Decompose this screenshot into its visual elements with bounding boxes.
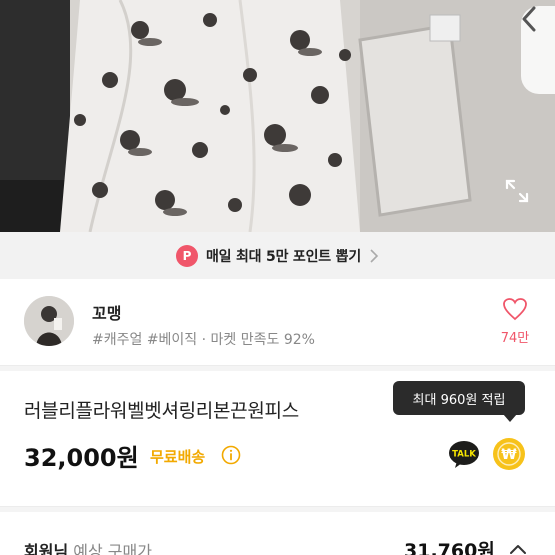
seller-avatar[interactable] bbox=[24, 296, 74, 346]
won-symbol: ₩ bbox=[501, 447, 517, 463]
section-divider bbox=[0, 506, 555, 512]
talk-label: TALK bbox=[452, 450, 476, 460]
avatar-photo bbox=[24, 296, 74, 346]
points-tooltip: 최대 960원 적립 bbox=[393, 381, 525, 415]
info-icon bbox=[221, 445, 241, 465]
chevron-right-icon bbox=[370, 248, 379, 263]
pay-button[interactable]: ₩ bbox=[493, 438, 525, 470]
member-label-rest: 예상 구매가 bbox=[68, 542, 152, 555]
member-price-label: 회원님 예상 구매가 bbox=[24, 538, 152, 555]
promo-text: 매일 최대 5만 포인트 뽑기 bbox=[205, 248, 362, 265]
kakao-talk-button[interactable]: TALK bbox=[448, 440, 480, 470]
heart-icon bbox=[503, 298, 527, 321]
product-title: 러블리플라워벨벳셔링리본끈원피스 bbox=[24, 400, 299, 422]
tooltip-arrow bbox=[503, 414, 517, 422]
seller-name[interactable]: 꼬맹 bbox=[92, 300, 121, 324]
won-coin-icon: ₩ bbox=[494, 439, 524, 469]
seller-row[interactable]: 꼬맹 #캐주얼 #베이직 · 마켓 만족도 92% 74만 bbox=[0, 279, 555, 365]
kakao-talk-icon: TALK bbox=[449, 441, 479, 468]
back-button[interactable] bbox=[521, 6, 555, 94]
point-badge-icon: P bbox=[175, 244, 198, 267]
product-price: 32,000원 bbox=[24, 444, 139, 472]
point-draw-banner[interactable]: P 매일 최대 5만 포인트 뽑기 bbox=[0, 232, 555, 279]
like-count: 74만 bbox=[500, 331, 530, 346]
product-image[interactable] bbox=[0, 0, 555, 232]
member-label-bold: 회원님 bbox=[24, 542, 69, 555]
shipping-info-button[interactable] bbox=[221, 445, 241, 465]
member-price-toggle[interactable] bbox=[509, 541, 527, 555]
chevron-up-icon bbox=[510, 545, 526, 554]
back-chevron-icon bbox=[522, 6, 536, 32]
shipping-badge: 무료배송 bbox=[150, 448, 206, 466]
like-button[interactable]: 74만 bbox=[493, 297, 537, 351]
member-price: 31,760원 bbox=[404, 540, 495, 555]
product-photo-illustration bbox=[0, 0, 555, 232]
seller-tags: #캐주얼 #베이직 · 마켓 만족도 92% bbox=[92, 332, 315, 348]
expand-icon bbox=[505, 179, 529, 203]
expand-image-button[interactable] bbox=[504, 178, 530, 204]
section-divider bbox=[0, 365, 555, 371]
